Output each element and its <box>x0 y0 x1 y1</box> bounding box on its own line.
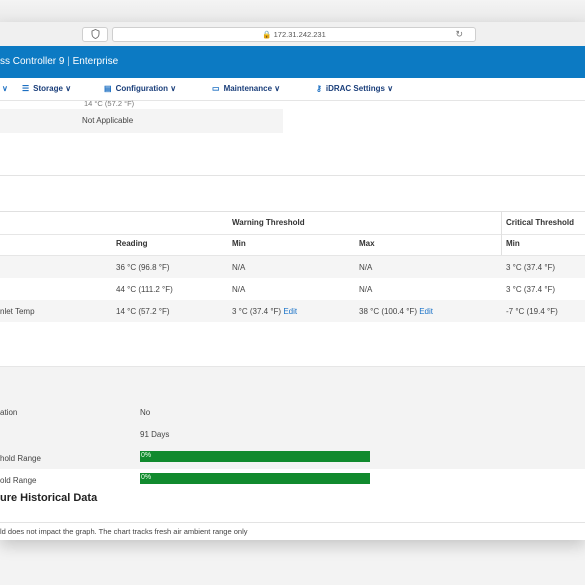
progress-text: 0% <box>141 474 152 481</box>
airflow-row-label: ation <box>0 408 18 417</box>
nav-configuration[interactable]: ▤ Configuration ∨ <box>104 84 176 93</box>
critical-threshold-header: Critical Threshold <box>506 218 575 227</box>
historical-note: ld does not impact the graph. The chart … <box>0 522 585 540</box>
main-nav: ∨ ☰ Storage ∨ ▤ Configuration ∨ ▭ Maintenan… <box>0 78 585 101</box>
reading-column-header: Reading <box>116 239 148 248</box>
airflow-section: ation No 91 Days hold Range 0% old Range… <box>0 366 585 485</box>
edit-warning-max-link[interactable]: Edit <box>419 307 433 316</box>
airflow-row-label: hold Range <box>0 454 41 463</box>
table-row: 44 °C (111.2 °F) N/A N/A 3 °C (37.4 °F) <box>0 278 585 300</box>
chevron-down-icon: ∨ <box>170 84 177 93</box>
threshold-column-header: Reading Min Max Min <box>0 233 585 256</box>
nav-idrac-settings-label: iDRAC Settings <box>325 84 385 93</box>
browser-window: 🔒 172.31.242.231 ↻ ss Controller 9 | Ent… <box>0 22 585 540</box>
url-text: 🔒 172.31.242.231 <box>113 28 475 41</box>
edit-warning-min-link[interactable]: Edit <box>283 307 297 316</box>
warning-max-value: N/A <box>359 263 373 272</box>
chevron-down-icon: ∨ <box>387 84 394 93</box>
reading-value: 44 °C (111.2 °F) <box>116 285 173 294</box>
title-divider: | <box>67 56 70 67</box>
nav-maintenance[interactable]: ▭ Maintenance ∨ <box>212 84 280 93</box>
chevron-down-icon: ∨ <box>65 84 72 93</box>
section-divider <box>0 175 585 176</box>
warning-max-cell: 38 °C (100.4 °F) Edit <box>359 307 433 316</box>
url-value: 172.31.242.231 <box>273 30 326 39</box>
airflow-row-value: 91 Days <box>140 430 170 439</box>
table-row: 36 °C (96.8 °F) N/A N/A 3 °C (37.4 °F) <box>0 256 585 278</box>
app-header: ss Controller 9 | Enterprise <box>0 46 585 78</box>
historical-note-text: ld does not impact the graph. The chart … <box>0 527 248 536</box>
configuration-icon: ▤ <box>104 84 112 93</box>
reload-icon[interactable]: ↻ <box>455 28 463 41</box>
app-title: ss Controller 9 | Enterprise <box>0 56 118 67</box>
sensor-name: nlet Temp <box>0 307 35 316</box>
warning-min-value: 3 °C (37.4 °F) <box>232 307 282 316</box>
nav-maintenance-label: Maintenance <box>223 84 273 93</box>
warning-threshold-header: Warning Threshold <box>232 218 305 227</box>
lock-icon: 🔒 <box>262 30 272 39</box>
warning-max-column-header: Max <box>359 239 375 248</box>
nav-chevron-icon[interactable]: ∨ <box>2 84 8 93</box>
idrac-settings-icon: ⚷ <box>316 84 322 93</box>
warning-max-value: 38 °C (100.4 °F) <box>359 307 417 316</box>
reading-value: 14 °C (57.2 °F) <box>116 307 170 316</box>
shield-icon[interactable] <box>82 27 108 42</box>
progress-bar: 0% <box>140 473 370 484</box>
table-row: nlet Temp 14 °C (57.2 °F) 3 °C (37.4 °F)… <box>0 300 585 322</box>
reading-value: 36 °C (96.8 °F) <box>116 263 170 272</box>
browser-toolbar: 🔒 172.31.242.231 ↻ <box>0 22 585 47</box>
critical-min-value: 3 °C (37.4 °F) <box>506 263 556 272</box>
warning-min-column-header: Min <box>232 239 246 248</box>
historical-data-title: ure Historical Data <box>0 492 98 504</box>
nav-configuration-label: Configuration <box>115 84 168 93</box>
threshold-group-header: Warning Threshold Critical Threshold <box>0 211 585 235</box>
airflow-row-value: No <box>140 408 151 417</box>
license-edition: Enterprise <box>72 56 119 67</box>
progress-bar: 0% <box>140 451 370 462</box>
nav-storage[interactable]: ☰ Storage ∨ <box>22 84 71 93</box>
critical-min-column-header: Min <box>506 239 520 248</box>
warning-min-value: N/A <box>232 285 246 294</box>
nav-storage-label: Storage <box>33 84 63 93</box>
critical-min-value: -7 °C (19.4 °F) <box>506 307 558 316</box>
storage-icon: ☰ <box>22 84 30 93</box>
clipped-reading: 14 °C (57.2 °F) <box>84 99 135 108</box>
not-applicable-value: Not Applicable <box>82 116 134 125</box>
critical-min-value: 3 °C (37.4 °F) <box>506 285 556 294</box>
warning-min-cell: 3 °C (37.4 °F) Edit <box>232 307 297 316</box>
column-divider <box>501 211 502 255</box>
product-name: ss Controller 9 <box>0 56 65 67</box>
nav-idrac-settings[interactable]: ⚷ iDRAC Settings ∨ <box>316 84 393 93</box>
not-applicable-row: Not Applicable <box>0 109 283 133</box>
desktop-background <box>0 0 585 22</box>
warning-max-value: N/A <box>359 285 373 294</box>
warning-min-value: N/A <box>232 263 246 272</box>
progress-text: 0% <box>141 452 152 459</box>
airflow-row-label: old Range <box>0 476 37 485</box>
address-bar[interactable]: 🔒 172.31.242.231 ↻ <box>112 27 476 42</box>
chevron-down-icon: ∨ <box>274 84 281 93</box>
maintenance-icon: ▭ <box>212 84 220 93</box>
